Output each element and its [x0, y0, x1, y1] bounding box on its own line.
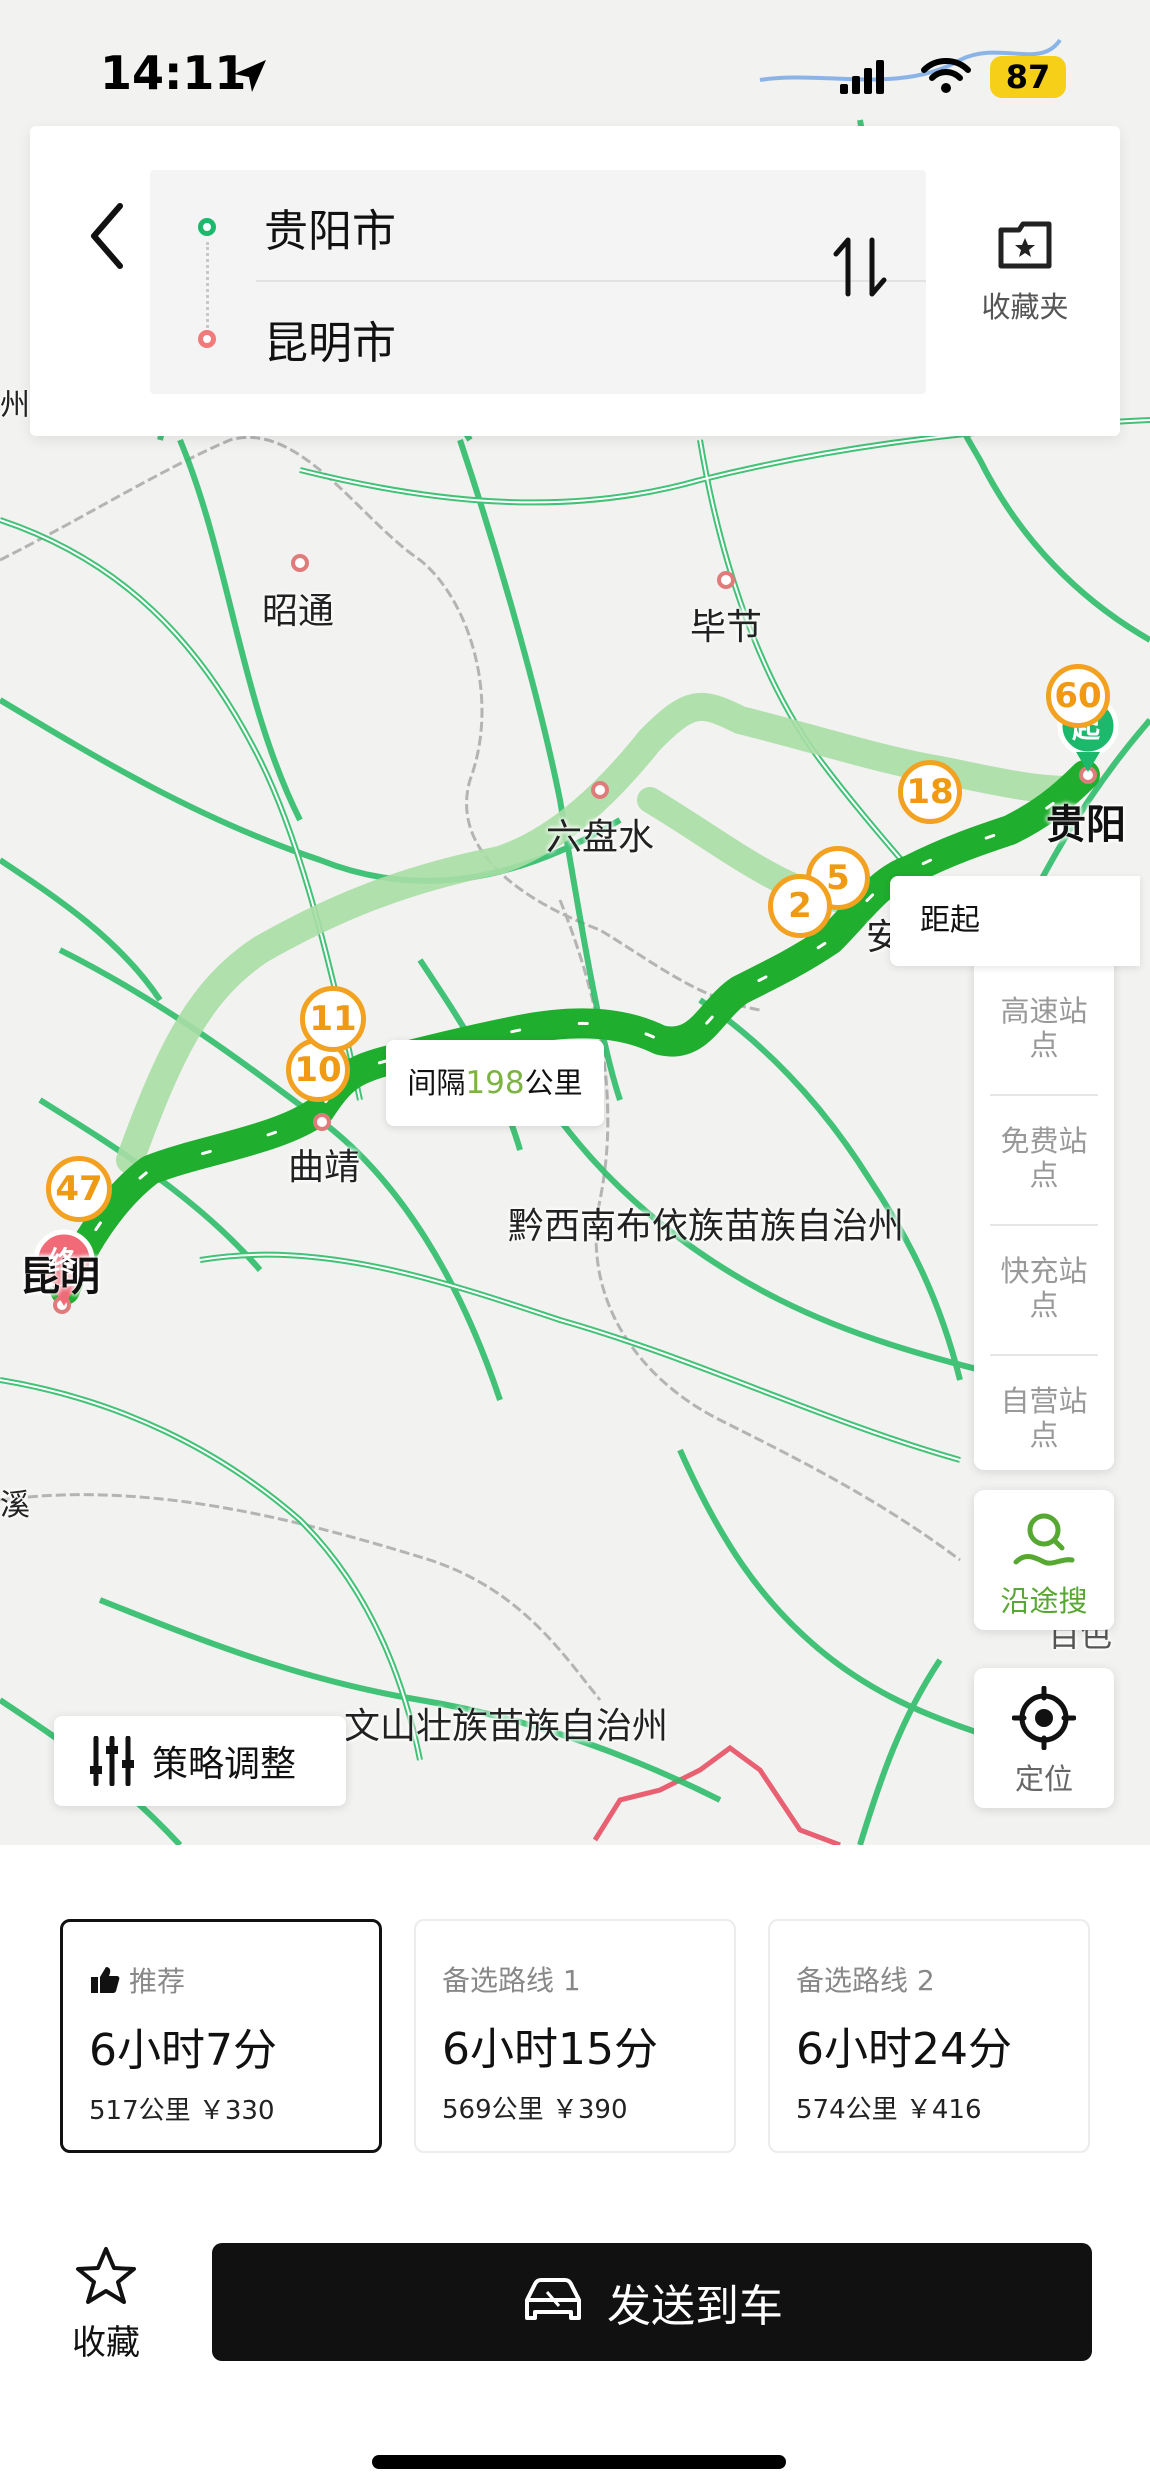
- station-filter-panel: 高速站点 免费站点 快充站点 自营站点: [974, 910, 1114, 1470]
- station-self-operated[interactable]: 自营站点: [990, 1384, 1098, 1452]
- map-label-liupanshui: 六盘水: [546, 817, 655, 858]
- route-tag: 备选路线 2: [796, 1964, 935, 1997]
- folder-star-icon: [998, 221, 1052, 269]
- divider: [256, 280, 926, 282]
- send-to-car-label: 发送到车: [607, 2281, 783, 2332]
- map-label-zhaotong: 昭通: [262, 591, 335, 632]
- route-tag: 推荐: [89, 1960, 185, 2000]
- location-arrow-icon: [234, 60, 266, 92]
- map-label-zhou: 州: [0, 388, 30, 423]
- start-point-text: 贵阳市: [264, 206, 396, 257]
- star-icon: [76, 2247, 136, 2304]
- strategy-adjust-button[interactable]: 策略调整: [54, 1716, 346, 1806]
- route-meta: 574公里 ￥416: [796, 2095, 982, 2125]
- interval-suffix: 公里: [524, 1066, 583, 1100]
- route-duration: 6小时15分: [442, 2024, 658, 2075]
- map-label-qujing: 曲靖: [288, 1147, 361, 1188]
- interval-prefix: 间隔: [407, 1066, 466, 1100]
- route-option-alt-2[interactable]: 备选路线 2 6小时24分 574公里 ￥416: [768, 1919, 1090, 2153]
- swap-arrows-icon: [833, 237, 887, 297]
- route-options-sheet: 推荐 6小时7分 517公里 ￥330 备选路线 1 6小时15分 569公里 …: [0, 1845, 1150, 2489]
- along-route-search-label: 沿途搜: [1000, 1584, 1088, 1618]
- swap-button[interactable]: [830, 232, 890, 302]
- end-point-row[interactable]: 昆明市: [150, 284, 926, 394]
- locate-crosshair-icon: [1011, 1685, 1077, 1751]
- route-meta: 517公里 ￥330: [89, 2096, 275, 2126]
- status-time: 14:11: [100, 46, 247, 100]
- station-free[interactable]: 免费站点: [990, 1124, 1098, 1192]
- divider: [990, 1224, 1098, 1226]
- along-route-search-button[interactable]: 沿途搜: [974, 1490, 1114, 1630]
- locate-label: 定位: [1014, 1762, 1073, 1796]
- divider: [990, 1094, 1098, 1096]
- end-point-text: 昆明市: [264, 318, 396, 369]
- battery-indicator: 87: [990, 56, 1066, 98]
- end-dot-icon: [198, 330, 216, 348]
- charging-cluster[interactable]: 11: [300, 986, 366, 1052]
- collect-button[interactable]: 收藏: [60, 2245, 152, 2364]
- map-label-guiyang: 贵阳: [1046, 802, 1126, 848]
- map-label-qianxinan: 黔西南布依族苗族自治州: [508, 1206, 905, 1247]
- signal-icon: [840, 60, 884, 94]
- interval-distance-pill: 间隔198公里: [386, 1040, 604, 1126]
- interval-value: 198: [465, 1065, 525, 1101]
- start-dot-icon: [198, 218, 216, 236]
- route-tag-text: 推荐: [129, 1965, 186, 1998]
- back-button[interactable]: [60, 186, 160, 286]
- status-bar: 14:11 87: [0, 0, 1150, 120]
- charging-cluster[interactable]: 47: [46, 1156, 112, 1222]
- route-option-recommended[interactable]: 推荐 6小时7分 517公里 ￥330: [60, 1919, 382, 2153]
- route-tag: 备选路线 1: [442, 1964, 581, 1997]
- charging-cluster[interactable]: 2: [768, 874, 832, 938]
- route-meta: 569公里 ￥390: [442, 2095, 628, 2125]
- divider: [990, 1354, 1098, 1356]
- sliders-icon: [90, 1736, 134, 1786]
- charging-cluster[interactable]: 18: [898, 760, 962, 824]
- route-input-card: 贵阳市 昆明市 收藏夹: [30, 126, 1120, 436]
- route-duration: 6小时7分: [89, 2025, 277, 2076]
- car-icon: [525, 2278, 581, 2320]
- home-indicator[interactable]: [372, 2455, 786, 2469]
- chevron-left-icon: [91, 203, 123, 269]
- distance-pill[interactable]: 距起: [890, 876, 1140, 966]
- locate-button[interactable]: 定位: [974, 1668, 1114, 1808]
- map-label-xi: 溪: [0, 1488, 30, 1523]
- station-fast-charge[interactable]: 快充站点: [990, 1254, 1098, 1322]
- thumbs-up-icon: [91, 1967, 120, 1993]
- end-marker-label: 终: [48, 1245, 77, 1278]
- favorites-folder-label: 收藏夹: [981, 290, 1069, 324]
- collect-label: 收藏: [72, 2323, 140, 2363]
- wifi-icon: [921, 58, 971, 93]
- station-highway[interactable]: 高速站点: [990, 994, 1098, 1062]
- favorites-folder-button[interactable]: 收藏夹: [960, 216, 1090, 366]
- start-point-row[interactable]: 贵阳市: [150, 172, 926, 282]
- charging-cluster[interactable]: 60: [1046, 664, 1110, 728]
- route-option-alt-1[interactable]: 备选路线 1 6小时15分 569公里 ￥390: [414, 1919, 736, 2153]
- route-duration: 6小时24分: [796, 2024, 1012, 2075]
- map-label-bijie: 毕节: [690, 607, 763, 648]
- map-label-wenshan: 文山壮族苗族自治州: [344, 1706, 669, 1747]
- route-points-box: 贵阳市 昆明市: [150, 170, 926, 394]
- search-along-route-icon: [1013, 1513, 1075, 1566]
- strategy-adjust-label: 策略调整: [152, 1744, 297, 1785]
- send-to-car-button[interactable]: 发送到车: [212, 2243, 1092, 2361]
